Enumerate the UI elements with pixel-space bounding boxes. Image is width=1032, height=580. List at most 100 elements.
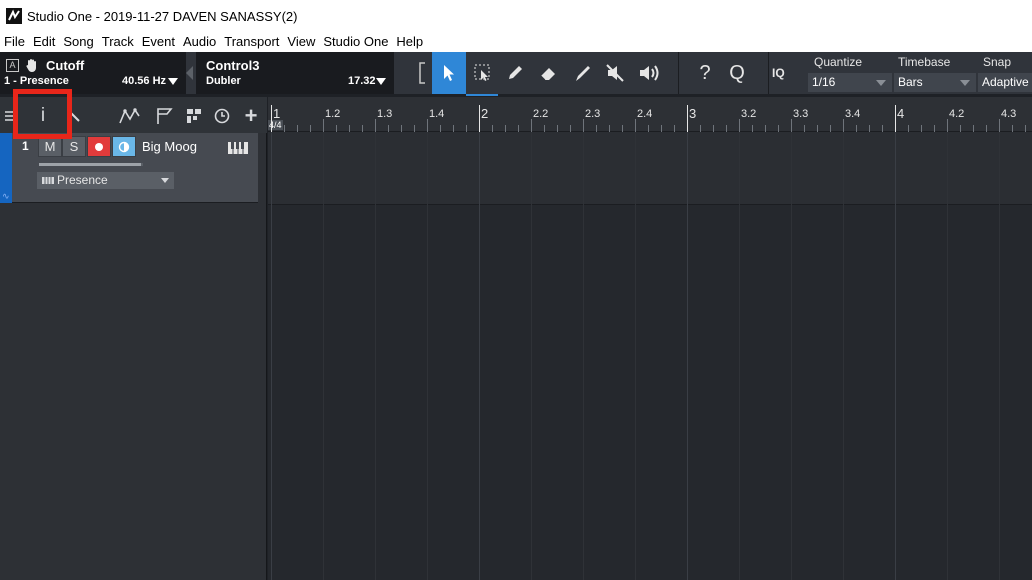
ruler-tick [323, 119, 324, 132]
grid-line [531, 132, 532, 580]
menu-edit[interactable]: Edit [29, 32, 59, 52]
ruler-sub-tick [570, 125, 571, 132]
ruler-beat-label: 3.4 [845, 108, 861, 120]
volume-slider-rest [140, 163, 143, 166]
mute-button[interactable]: M [38, 136, 62, 157]
arrow-icon [444, 65, 454, 81]
paint-tool-button[interactable] [498, 52, 532, 94]
timeline-ruler[interactable]: 4/4 1 1.2 1.3 1.4 2 2.2 2.3 2.4 3 3.2 3.3 3.4 4 4.2 4.… [268, 97, 1032, 132]
range-select-icon [474, 64, 490, 81]
ruler-sub-tick [1012, 125, 1013, 132]
ruler-bar-label: 3 [689, 106, 697, 121]
ruler-sub-tick [401, 125, 402, 132]
tempo-clock-icon[interactable] [212, 106, 232, 126]
mute-speaker-icon [606, 64, 624, 82]
record-icon [95, 143, 103, 151]
ruler-tick [375, 119, 376, 132]
ruler-sub-tick [882, 125, 883, 132]
ruler-sub-tick [362, 125, 363, 132]
menu-audio[interactable]: Audio [179, 32, 220, 52]
instrument-name: Presence [57, 173, 108, 187]
search-button[interactable]: Q [720, 52, 754, 94]
menu-view[interactable]: View [283, 32, 319, 52]
chevron-left-icon [186, 66, 193, 80]
iq-button[interactable]: IQ [772, 66, 785, 80]
ruler-sub-tick [518, 125, 519, 132]
arrow-tool-button[interactable] [432, 52, 466, 94]
timebase-select[interactable]: Bars [894, 73, 976, 92]
grid-line [375, 132, 376, 580]
control-link-primary[interactable]: A Cutoff 1 - Presence 40.56 Hz [0, 52, 186, 94]
ruler-sub-tick [830, 125, 831, 132]
snap-select[interactable]: Adaptive [978, 73, 1032, 92]
keyboard-icon [228, 142, 248, 154]
menu-studio-one[interactable]: Studio One [319, 32, 392, 52]
track-name[interactable]: Big Moog [142, 139, 197, 154]
control-link-secondary[interactable]: Control3 Dubler 17.32 [196, 52, 394, 94]
menu-transport[interactable]: Transport [220, 32, 283, 52]
menu-event[interactable]: Event [138, 32, 179, 52]
ruler-sub-tick [674, 125, 675, 132]
automation-badge: A [6, 59, 19, 72]
control-name: Cutoff [46, 58, 85, 73]
studio-one-app-icon [6, 8, 22, 24]
ruler-sub-tick [973, 125, 974, 132]
monitor-button[interactable] [112, 136, 136, 157]
arrange-view[interactable] [268, 132, 1032, 580]
track-row[interactable]: 1 M S Big Moog Presence ∿ [0, 133, 258, 203]
mute-tool-button[interactable] [598, 52, 632, 94]
automation-icon[interactable] [118, 106, 144, 126]
grid-line [843, 132, 844, 580]
record-arm-button[interactable] [87, 136, 111, 157]
timebase-value: Bars [898, 75, 923, 89]
instrument-select[interactable]: Presence [37, 172, 174, 189]
add-track-button[interactable]: + [240, 103, 262, 128]
help-button[interactable]: ? [688, 52, 722, 94]
quantize-select[interactable]: 1/16 [808, 73, 892, 92]
marker-flag-icon[interactable] [154, 106, 176, 126]
ruler-bar-label: 4 [897, 106, 905, 121]
ruler-sub-tick [557, 125, 558, 132]
ruler-beat-label: 3.3 [793, 108, 809, 120]
arranger-icon[interactable] [184, 106, 204, 126]
chevron-down-icon[interactable] [376, 78, 386, 86]
paint-brush-tool-button[interactable] [566, 52, 600, 94]
ruler-beat-label: 2.3 [585, 108, 601, 120]
window-title: Studio One - 2019-11-27 DAVEN SANASSY(2) [27, 8, 298, 24]
ruler-beat-label: 4.3 [1001, 108, 1017, 120]
ruler-sub-tick [921, 125, 922, 132]
ruler-sub-tick [869, 125, 870, 132]
menu-song[interactable]: Song [59, 32, 97, 52]
ruler-tick [531, 119, 532, 132]
range-tool-button[interactable] [466, 52, 500, 94]
ruler-sub-tick [349, 125, 350, 132]
ruler-tick [791, 119, 792, 132]
ruler-bar-label: 1 [273, 106, 281, 121]
ruler-beat-label: 3.2 [741, 108, 757, 120]
menu-help[interactable]: Help [392, 32, 427, 52]
snap-value: Adaptive [982, 75, 1029, 89]
ruler-sub-tick [310, 125, 311, 132]
control-target: 1 - Presence [4, 75, 69, 87]
eraser-tool-button[interactable] [532, 52, 566, 94]
ruler-sub-tick [960, 125, 961, 132]
keyboard-small-icon [42, 177, 54, 184]
track-lane[interactable] [268, 132, 1032, 205]
volume-slider[interactable] [39, 163, 143, 166]
grid-line [687, 132, 688, 580]
grid-line [583, 132, 584, 580]
ruler-bar-label: 2 [481, 106, 489, 121]
menu-track[interactable]: Track [98, 32, 138, 52]
chevron-down-icon[interactable] [168, 78, 178, 86]
ruler-sub-tick [284, 125, 285, 132]
listen-tool-button[interactable] [632, 52, 666, 94]
ruler-beat-label: 1.4 [429, 108, 445, 120]
title-bar: Studio One - 2019-11-27 DAVEN SANASSY(2) [0, 0, 1032, 32]
bracket-icon [419, 62, 425, 84]
ruler-sub-tick [609, 125, 610, 132]
pencil-icon [509, 66, 522, 79]
ruler-sub-tick [453, 125, 454, 132]
ruler-tick [843, 119, 844, 132]
menu-file[interactable]: File [0, 32, 29, 52]
solo-button[interactable]: S [62, 136, 86, 157]
